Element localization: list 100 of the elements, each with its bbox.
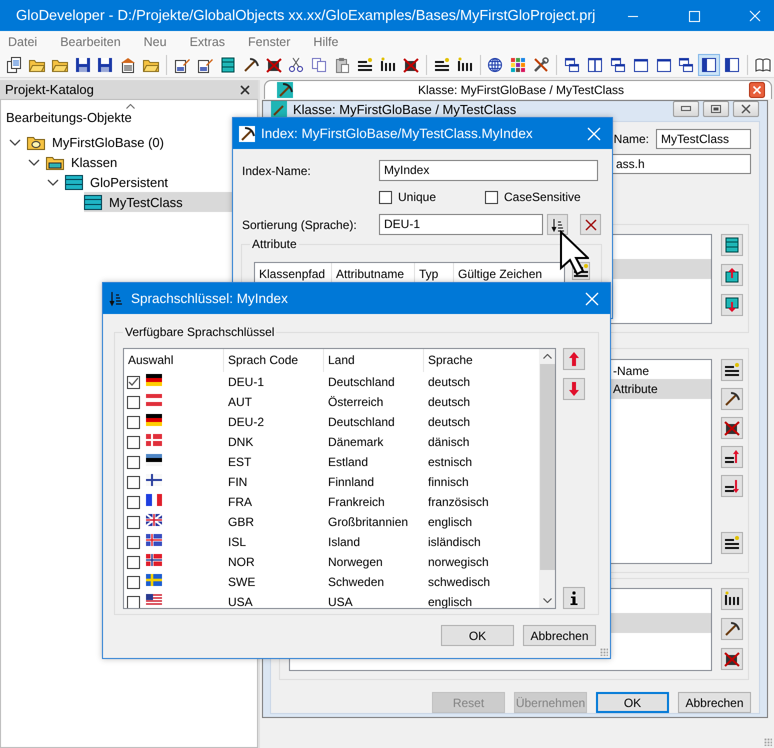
attribute-arrow-down-icon[interactable] bbox=[721, 475, 743, 497]
checkbox-label: Unique bbox=[398, 190, 436, 204]
checkbox[interactable] bbox=[379, 190, 392, 204]
checkbox[interactable] bbox=[127, 456, 140, 468]
column-header[interactable]: Land bbox=[324, 349, 424, 372]
flag-icon bbox=[146, 454, 162, 466]
tree-item[interactable]: Klassen bbox=[46, 152, 122, 172]
table-cell-text: DEU-2 bbox=[227, 415, 266, 429]
restore-button[interactable] bbox=[703, 101, 729, 117]
flag-icon bbox=[146, 394, 162, 406]
table-cell-text: estnisch bbox=[427, 455, 474, 469]
attribute-icon[interactable] bbox=[721, 532, 743, 554]
dialog-button[interactable]: Abbrechen bbox=[678, 692, 751, 713]
table-cell-text: schwedisch bbox=[427, 575, 492, 589]
pickaxe-icon[interactable] bbox=[721, 618, 743, 640]
pickaxe-icon[interactable] bbox=[721, 388, 743, 410]
delete-icon[interactable] bbox=[721, 417, 743, 439]
table-cell-text: DNK bbox=[227, 435, 254, 449]
move-down-button[interactable] bbox=[563, 378, 585, 400]
resize-grip[interactable] bbox=[764, 738, 772, 746]
table-cell-text: Estland bbox=[327, 455, 370, 469]
table-arrow-up-icon[interactable] bbox=[721, 264, 743, 286]
dialog-button[interactable]: OK bbox=[441, 625, 514, 646]
scroll-down-icon[interactable] bbox=[542, 598, 552, 603]
info-icon[interactable] bbox=[570, 591, 578, 605]
sort-button[interactable] bbox=[547, 214, 568, 235]
arrow-up-icon[interactable] bbox=[568, 351, 580, 367]
minimize-button[interactable] bbox=[673, 101, 699, 117]
minimize-icon[interactable] bbox=[681, 106, 691, 112]
tree-item[interactable]: MyFirstGloBase (0) bbox=[27, 132, 168, 152]
checkbox[interactable] bbox=[127, 496, 140, 508]
index-icon[interactable] bbox=[721, 588, 743, 610]
table-cell-text: Schweden bbox=[327, 575, 386, 589]
checkbox[interactable] bbox=[127, 596, 140, 608]
table-cell-text: norwegisch bbox=[427, 555, 490, 569]
scroll-up-icon[interactable] bbox=[542, 354, 552, 359]
restore-icon[interactable] bbox=[711, 105, 721, 113]
move-up-button[interactable] bbox=[563, 348, 585, 370]
table-icon bbox=[271, 101, 287, 117]
flag-icon bbox=[146, 374, 162, 386]
column-header[interactable]: Sprache bbox=[424, 349, 539, 372]
checkbox[interactable] bbox=[127, 376, 140, 388]
checkbox[interactable] bbox=[127, 576, 140, 588]
index-name-field[interactable]: MyIndex bbox=[379, 160, 598, 181]
tab-title: Klasse: MyFirstGloBase / MyTestClass bbox=[416, 83, 626, 97]
name-field[interactable]: MyTestClass bbox=[656, 129, 751, 149]
sort-field[interactable]: DEU-1 bbox=[379, 214, 543, 235]
dialog-button[interactable]: Abbrechen bbox=[523, 625, 596, 646]
checkbox[interactable] bbox=[127, 476, 140, 488]
panel-layout-icon[interactable] bbox=[698, 54, 720, 76]
class-table-icon bbox=[65, 174, 83, 190]
table-cell-text: NOR bbox=[227, 555, 256, 569]
table-cell-text: Deutschland bbox=[327, 375, 396, 389]
checkbox[interactable] bbox=[127, 536, 140, 548]
column-header[interactable]: Sprach Code bbox=[224, 349, 324, 372]
table-cell-text: Island bbox=[327, 535, 362, 549]
scroll-thumb[interactable] bbox=[540, 364, 554, 570]
delete-icon[interactable] bbox=[584, 218, 598, 232]
tree-item[interactable]: GloPersistent bbox=[65, 172, 172, 192]
table-icon[interactable] bbox=[721, 234, 743, 256]
attribute-arrow-up-icon[interactable] bbox=[721, 446, 743, 468]
table-cell-text: französisch bbox=[427, 495, 490, 509]
table-cell-text: deutsch bbox=[427, 375, 472, 389]
flag-icon bbox=[146, 414, 162, 426]
scrollbar[interactable] bbox=[539, 349, 555, 608]
table-cell-text: GBR bbox=[227, 515, 256, 529]
attribute-icon[interactable] bbox=[721, 359, 743, 381]
checkbox[interactable] bbox=[485, 190, 498, 204]
checkbox[interactable] bbox=[127, 516, 140, 528]
table-cell-text: Finnland bbox=[327, 475, 376, 489]
checkbox[interactable] bbox=[127, 396, 140, 408]
column-header[interactable]: Bearbeitungs-Objekte bbox=[6, 110, 132, 125]
table-cell-text: Großbritannien bbox=[327, 515, 410, 529]
field-label: Sortierung (Sprache): bbox=[242, 218, 358, 232]
close-icon[interactable] bbox=[240, 84, 250, 94]
table-cell-text: dänisch bbox=[427, 435, 470, 449]
sort-icon[interactable] bbox=[550, 218, 564, 232]
document-tab[interactable]: Klasse: MyFirstGloBase / MyTestClass bbox=[264, 80, 772, 99]
flag-icon bbox=[146, 534, 162, 546]
info-button[interactable] bbox=[563, 587, 585, 609]
flag-icon bbox=[146, 494, 162, 506]
field-label: Name: bbox=[614, 132, 649, 146]
close-icon[interactable] bbox=[749, 82, 765, 98]
delete-icon[interactable] bbox=[721, 648, 743, 670]
table-arrow-down-icon[interactable] bbox=[721, 294, 743, 316]
checkbox[interactable] bbox=[127, 556, 140, 568]
table-cell-text: USA bbox=[227, 595, 254, 608]
resize-grip[interactable] bbox=[600, 648, 608, 656]
dialog-button[interactable]: OK bbox=[596, 692, 669, 713]
flag-icon bbox=[146, 514, 162, 526]
close-icon[interactable] bbox=[741, 104, 751, 114]
sort-caret-icon bbox=[126, 104, 135, 109]
table-cell-text: Österreich bbox=[327, 395, 384, 409]
delete-button[interactable] bbox=[580, 214, 601, 235]
checkbox[interactable] bbox=[127, 416, 140, 428]
table-cell-text: AUT bbox=[227, 395, 253, 409]
column-header[interactable]: Auswahl bbox=[124, 349, 224, 372]
arrow-down-icon[interactable] bbox=[568, 381, 580, 397]
checkbox[interactable] bbox=[127, 436, 140, 448]
close-button[interactable] bbox=[733, 101, 759, 117]
